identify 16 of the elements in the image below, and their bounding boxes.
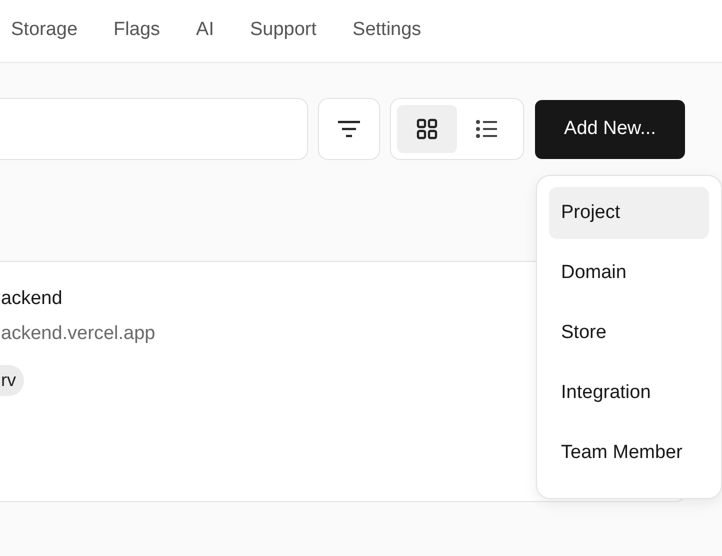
grid-view-button[interactable] [397, 105, 457, 153]
search-field[interactable] [0, 98, 308, 160]
filter-button[interactable] [318, 98, 380, 160]
add-new-button[interactable]: Add New... [535, 100, 685, 158]
project-name: ackend [1, 288, 62, 310]
list-icon [476, 119, 498, 139]
project-tag: rv [0, 365, 24, 396]
nav-tab[interactable]: Flags [114, 15, 160, 47]
nav-tab[interactable]: Support [250, 15, 317, 47]
nav-tab[interactable]: AI [196, 15, 214, 47]
menu-item[interactable]: Project [549, 187, 709, 239]
filter-icon [337, 120, 361, 138]
project-url: ackend.vercel.app [1, 323, 156, 345]
nav-tab[interactable]: Storage [11, 15, 78, 47]
nav-tab[interactable]: Settings [352, 15, 422, 47]
grid-icon [416, 118, 438, 140]
